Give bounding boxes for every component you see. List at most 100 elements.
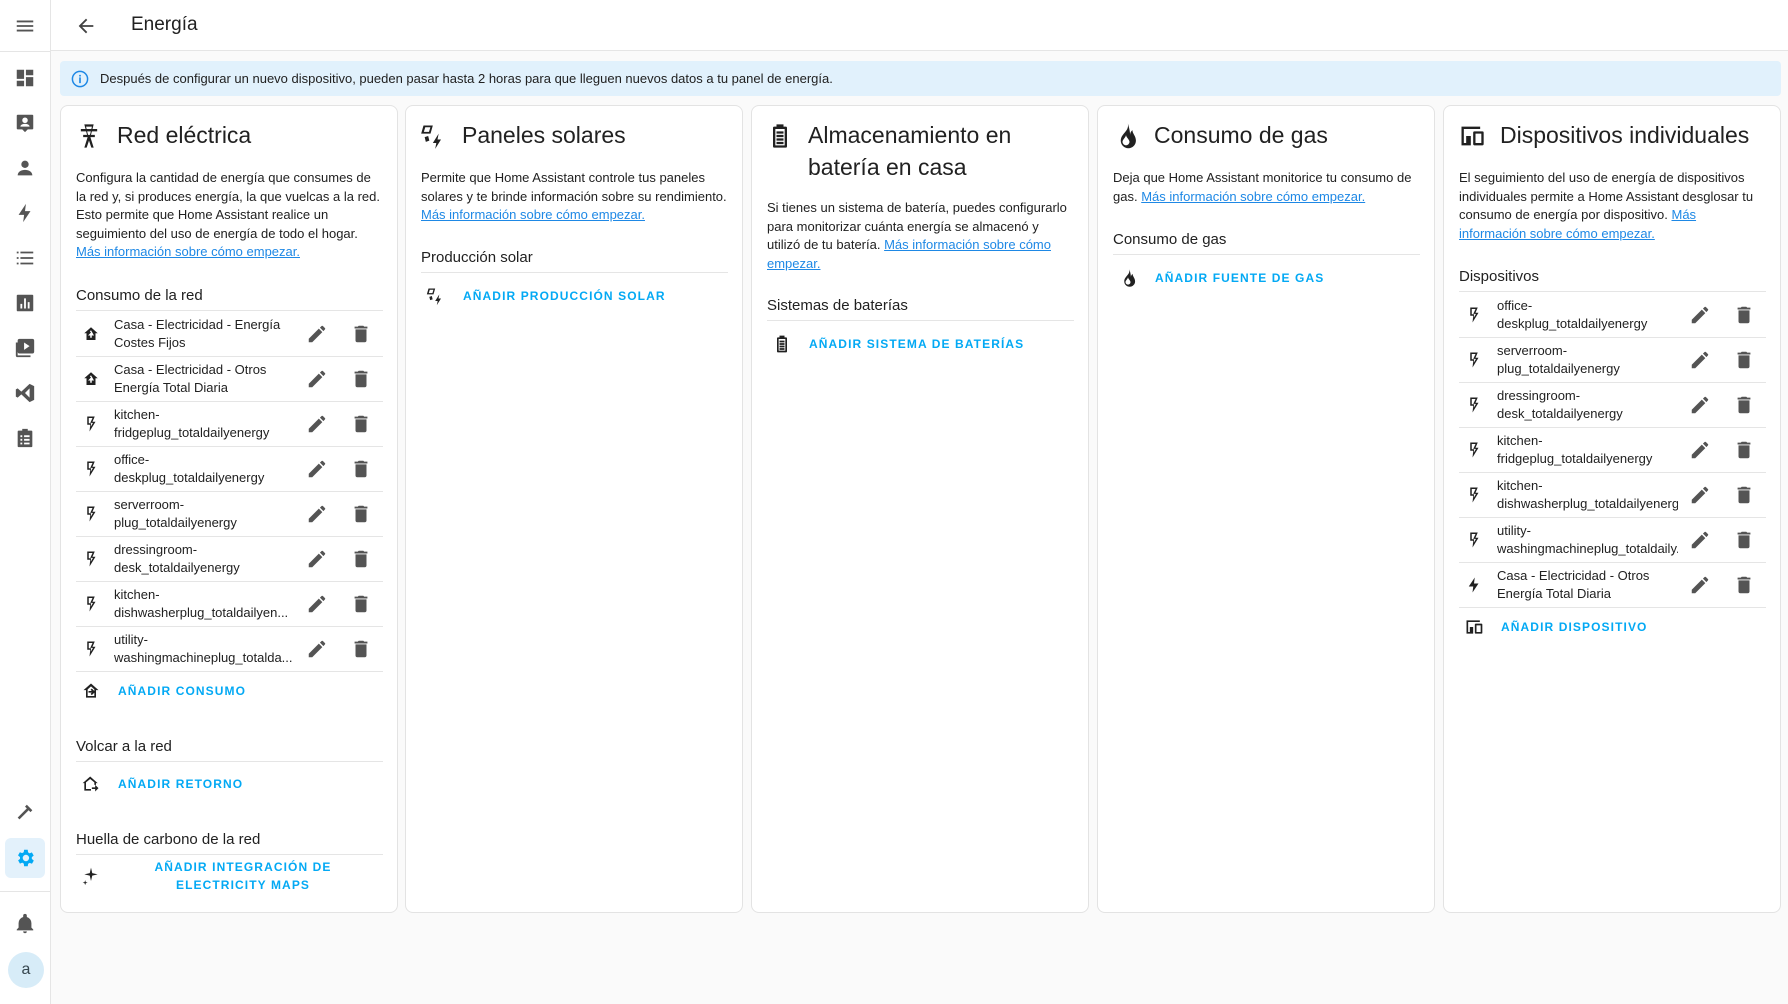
home-import-icon [76,370,106,388]
delete-button[interactable] [339,503,383,525]
delete-button[interactable] [339,458,383,480]
flash-outline-icon [76,550,106,568]
delete-button[interactable] [1722,304,1766,326]
pencil-icon [308,415,326,432]
flash-outline-icon [1459,441,1489,459]
edit-button[interactable] [295,548,339,570]
sparkle-icon [76,866,106,886]
sidebar-item-media[interactable] [5,328,45,368]
edit-button[interactable] [295,368,339,390]
sidebar-item-overview[interactable] [5,58,45,98]
sidebar-item-logbook[interactable] [5,238,45,278]
flash-outline-icon [1459,531,1489,549]
pencil-icon [308,505,326,522]
flash-outline-icon [1459,351,1489,369]
delete-button[interactable] [1722,484,1766,506]
flash-outline-icon [76,415,106,433]
menu-button[interactable] [5,6,45,46]
sidebar-item-settings[interactable] [5,838,45,878]
device-row: kitchen-dishwasherplug_totaldailyenergy [1459,472,1766,518]
delete-button[interactable] [339,368,383,390]
device-row: Casa - Electricidad - Otros Energía Tota… [1459,562,1766,608]
add-gas-button[interactable]: AÑADIR FUENTE DE GAS [1155,269,1324,287]
edit-button[interactable] [1678,349,1722,371]
solar-card-header: Paneles solares [420,119,732,154]
delete-button[interactable] [1722,529,1766,551]
delete-button[interactable] [1722,394,1766,416]
clipboard-list-icon [17,428,33,448]
edit-button[interactable] [1678,529,1722,551]
sidebar-item-todo[interactable] [5,418,45,458]
delete-button[interactable] [339,323,383,345]
device-label: utility-washingmachineplug_totaldaily... [1497,522,1678,556]
trash-icon [354,550,368,567]
edit-button[interactable] [1678,574,1722,596]
grid-consumption-label: serverroom-plug_totaldailyenergy [114,496,237,530]
grid-carbon-title: Huella de carbono de la red [76,831,383,855]
sidebar-divider [0,51,50,52]
devices-card-header: Dispositivos individuales [1458,119,1770,154]
page-title: Energía [131,14,198,35]
edit-button[interactable] [1678,304,1722,326]
flash-outline-icon [76,640,106,658]
device-row: utility-washingmachineplug_totaldaily... [1459,517,1766,563]
trash-icon [1737,486,1751,503]
info-alert: Después de configurar un nuevo dispositi… [60,61,1781,96]
pencil-icon [1691,351,1709,368]
delete-button[interactable] [339,638,383,660]
delete-button[interactable] [1722,349,1766,371]
info-icon [70,69,90,89]
add-return-button[interactable]: AÑADIR RETORNO [118,775,243,793]
edit-button[interactable] [295,638,339,660]
alert-text: Después de configurar un nuevo dispositi… [100,71,833,86]
solar-learn-more-link[interactable]: Más información sobre cómo empezar. [421,207,645,222]
format-list-icon [16,251,34,265]
edit-button[interactable] [1678,439,1722,461]
sidebar-item-energy[interactable] [5,193,45,233]
delete-button[interactable] [1722,574,1766,596]
add-solar-button[interactable]: AÑADIR PRODUCCIÓN SOLAR [463,287,666,305]
device-row: kitchen-fridgeplug_totaldailyenergy [1459,427,1766,473]
edit-button[interactable] [1678,484,1722,506]
solar-description: Permite que Home Assistant controle tus … [421,169,728,225]
device-label: serverroom-plug_totaldailyenergy [1497,342,1620,376]
back-button[interactable] [68,8,104,44]
user-avatar[interactable]: a [8,952,44,988]
edit-button[interactable] [295,458,339,480]
solar-card-title: Paneles solares [462,122,626,148]
edit-button[interactable] [1678,394,1722,416]
edit-button[interactable] [295,593,339,615]
sidebar-item-history[interactable] [5,283,45,323]
pencil-icon [1691,306,1709,323]
sidebar-item-vscode[interactable] [5,373,45,413]
delete-button[interactable] [339,548,383,570]
fire-icon [1113,268,1143,288]
pencil-icon [308,370,326,387]
trash-icon [1737,441,1751,458]
gas-learn-more-link[interactable]: Más información sobre cómo empezar. [1141,189,1365,204]
add-return-row: AÑADIR RETORNO [76,774,383,794]
solar-description-text: Permite que Home Assistant controle tus … [421,170,727,204]
edit-button[interactable] [295,503,339,525]
add-consumption-button[interactable]: AÑADIR CONSUMO [118,682,246,700]
add-battery-button[interactable]: AÑADIR SISTEMA DE BATERÍAS [809,335,1024,353]
delete-button[interactable] [1722,439,1766,461]
add-device-button[interactable]: AÑADIR DISPOSITIVO [1501,618,1647,636]
edit-button[interactable] [295,413,339,435]
gear-icon [18,849,34,867]
sidebar-item-developer-tools[interactable] [5,793,45,833]
sidebar-item-people[interactable] [5,148,45,188]
grid-consumption-row: serverroom-plug_totaldailyenergy [76,491,383,537]
grid-consumption-label: office-deskplug_totaldailyenergy [114,451,265,485]
grid-card: Red eléctrica Configura la cantidad de e… [60,105,398,913]
add-carbon-button[interactable]: AÑADIR INTEGRACIÓN DE ELECTRICITY MAPS [118,858,368,894]
notifications-button[interactable] [5,904,45,944]
sidebar-item-map[interactable] [5,103,45,143]
delete-button[interactable] [339,593,383,615]
grid-learn-more-link[interactable]: Más información sobre cómo empezar. [76,244,300,259]
grid-consumption-label: utility-washingmachineplug_totalda... [114,631,293,665]
edit-button[interactable] [295,323,339,345]
delete-button[interactable] [339,413,383,435]
grid-consumption-row: dressingroom-desk_totaldailyenergy [76,536,383,582]
trash-icon [354,640,368,657]
